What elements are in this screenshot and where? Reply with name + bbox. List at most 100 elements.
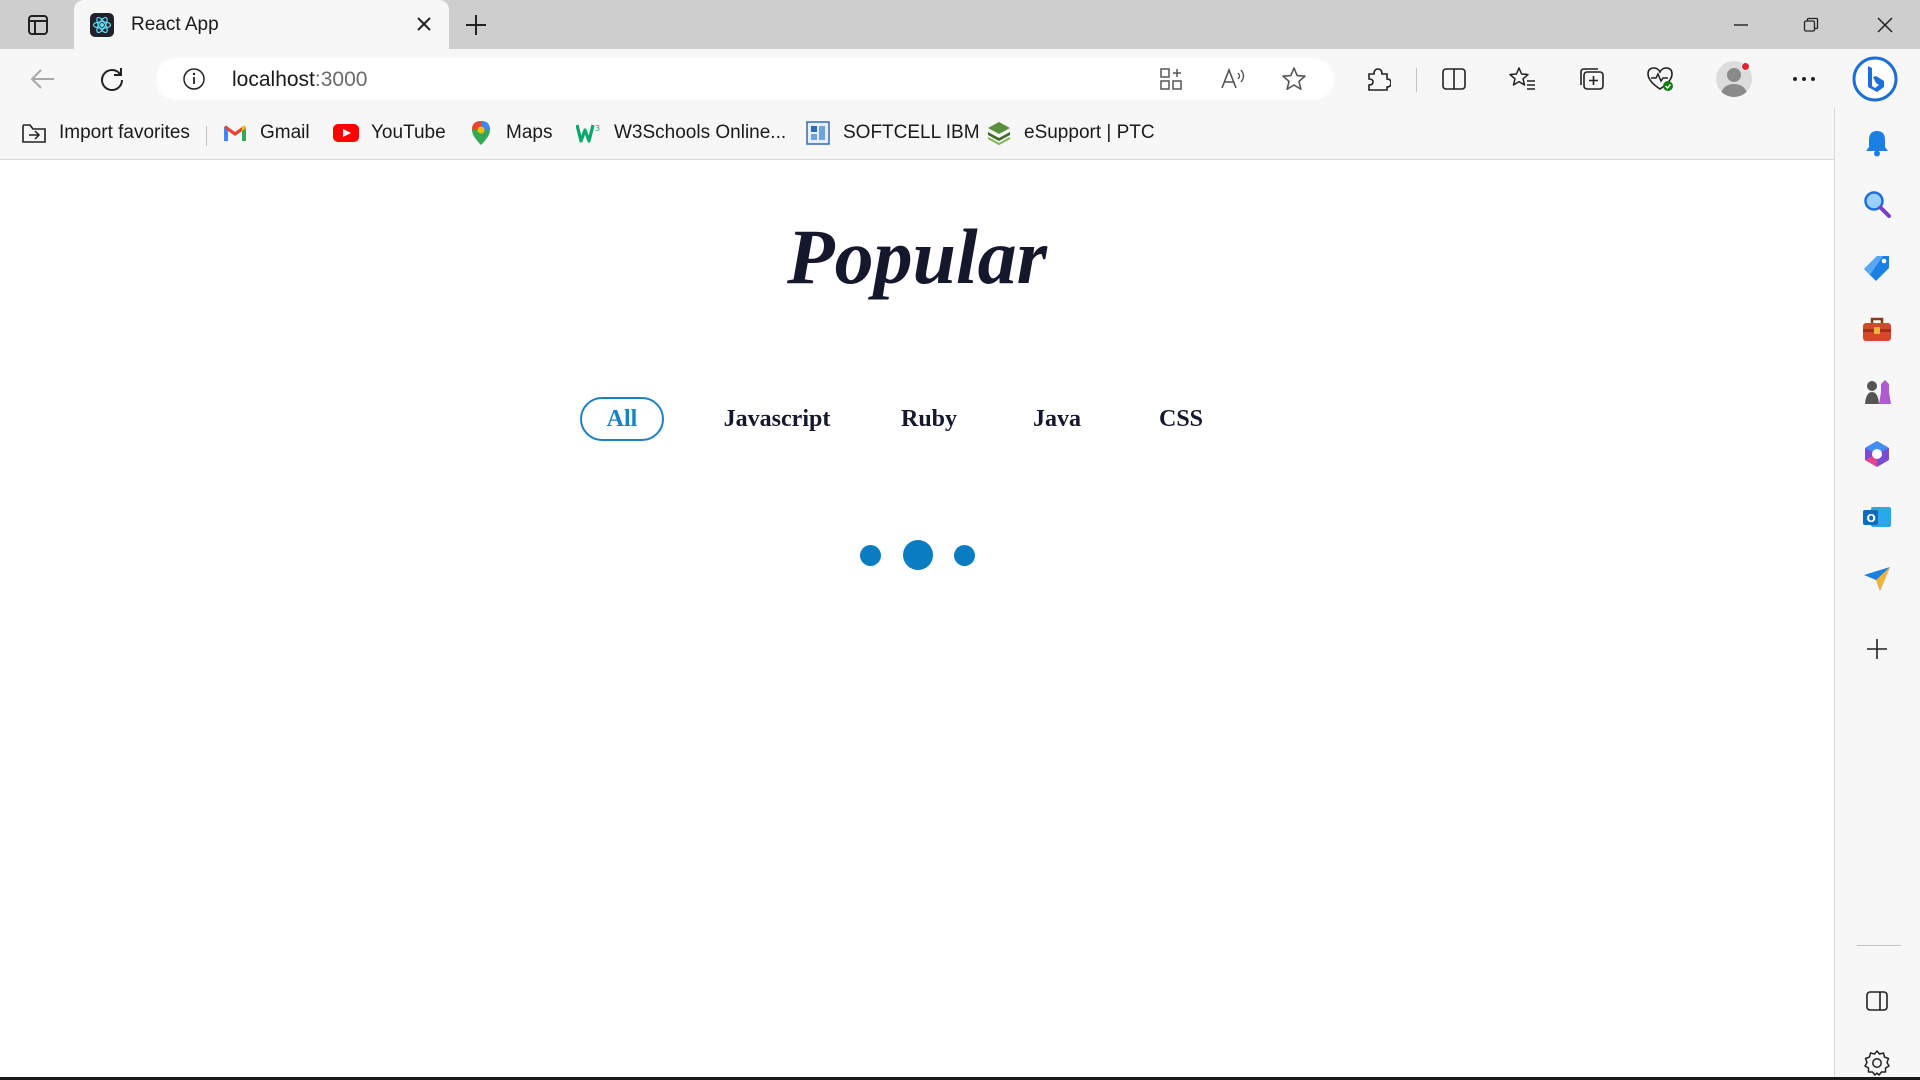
settings-menu-button[interactable]	[1784, 60, 1824, 98]
w3schools-icon: 3	[576, 120, 602, 146]
add-sidebar-app-button[interactable]	[1857, 629, 1897, 669]
browser-essentials-button[interactable]	[1640, 60, 1680, 98]
plus-icon	[466, 15, 486, 35]
loading-indicator	[858, 538, 978, 572]
favorites-separator	[206, 126, 207, 146]
url-port: :3000	[314, 68, 368, 91]
drop-button[interactable]	[1857, 559, 1897, 599]
read-aloud-icon	[1221, 67, 1245, 89]
filter-javascript[interactable]: Javascript	[707, 397, 847, 441]
favorites-list-icon	[1509, 67, 1535, 90]
loading-dot	[954, 545, 975, 566]
page-content: Popular All Javascript Ruby Java CSS	[0, 160, 1834, 1077]
tab-react-app[interactable]: React App	[74, 0, 449, 50]
refresh-button[interactable]	[92, 60, 132, 98]
settings-icon	[1864, 1050, 1890, 1076]
outlook-button[interactable]: O	[1857, 497, 1897, 537]
url-host: localhost	[232, 68, 315, 91]
loading-dot	[860, 545, 881, 566]
sidebar-settings-button[interactable]	[1857, 1043, 1897, 1080]
svg-text:O: O	[1867, 512, 1876, 525]
window-close-button[interactable]	[1850, 0, 1920, 49]
close-icon	[1877, 16, 1893, 33]
refresh-icon	[101, 68, 123, 91]
search-icon	[1864, 191, 1891, 218]
notifications-button[interactable]	[1857, 123, 1897, 163]
softcell-icon	[805, 120, 831, 146]
outlook-icon: O	[1863, 507, 1891, 527]
toolbar: localhost:3000	[0, 49, 1920, 108]
copilot-button[interactable]	[1850, 54, 1900, 104]
address-bar[interactable]: localhost:3000	[156, 58, 1334, 100]
fav-label: SOFTCELL IBM	[843, 122, 980, 143]
filter-css[interactable]: CSS	[1140, 397, 1222, 441]
office-icon	[1865, 441, 1889, 467]
collections-icon	[1580, 68, 1604, 90]
fav-w3schools[interactable]: 3 W3Schools Online...	[576, 118, 786, 148]
tools-button[interactable]	[1857, 310, 1897, 350]
filter-java[interactable]: Java	[1017, 397, 1097, 441]
microsoft-365-button[interactable]	[1857, 434, 1897, 474]
edge-sidebar: O	[1834, 108, 1920, 1077]
back-button[interactable]	[23, 60, 63, 98]
fav-youtube[interactable]: YouTube	[333, 118, 446, 148]
page-title: Popular	[786, 213, 1048, 300]
fav-maps[interactable]: Maps	[468, 118, 552, 148]
fav-label: YouTube	[371, 122, 446, 143]
more-dots-icon	[1793, 77, 1815, 81]
copilot-bing-icon	[1852, 56, 1898, 102]
react-logo-icon	[90, 13, 114, 37]
hide-sidebar-button[interactable]	[1857, 981, 1897, 1021]
app-grid-icon	[1160, 68, 1182, 90]
read-aloud-button[interactable]	[1218, 65, 1248, 93]
star-icon	[1282, 67, 1306, 90]
search-button[interactable]	[1857, 184, 1897, 224]
fav-gmail[interactable]: Gmail	[222, 118, 310, 148]
url-text[interactable]: localhost:3000	[232, 68, 367, 92]
fav-esupport-ptc[interactable]: eSupport | PTC	[986, 118, 1155, 148]
import-favorites-icon	[21, 120, 47, 146]
notification-dot	[1741, 62, 1750, 71]
maps-pin-icon	[468, 120, 494, 146]
tab-title: React App	[131, 14, 219, 35]
shopping-tag-icon	[1864, 256, 1889, 281]
ptc-icon	[986, 120, 1012, 146]
sidebar-divider	[1857, 945, 1901, 946]
tab-actions-button[interactable]	[14, 10, 62, 40]
restore-icon	[1803, 17, 1819, 32]
site-info-icon[interactable]	[182, 67, 206, 91]
split-screen-icon	[1442, 68, 1466, 90]
shopping-button[interactable]	[1857, 247, 1897, 287]
add-icon	[1867, 639, 1887, 659]
send-icon	[1864, 567, 1890, 591]
fav-import-favorites[interactable]: Import favorites	[21, 118, 190, 148]
back-arrow-icon	[30, 69, 54, 89]
fav-label: eSupport | PTC	[1024, 122, 1155, 143]
app-available-button[interactable]	[1156, 65, 1186, 93]
favorites-button[interactable]	[1502, 60, 1542, 98]
sidebar-toggle-icon	[1866, 991, 1888, 1011]
filter-ruby[interactable]: Ruby	[889, 397, 969, 441]
fav-softcell-ibm[interactable]: SOFTCELL IBM	[805, 118, 980, 148]
minimize-button[interactable]	[1706, 0, 1776, 49]
fav-label: Import favorites	[59, 122, 190, 143]
filter-all[interactable]: All	[580, 397, 664, 441]
tab-actions-icon	[28, 15, 48, 35]
puzzle-piece-icon	[1368, 68, 1391, 91]
browser-window: React App localhost:3000 Import favorite…	[0, 0, 1920, 1080]
games-button[interactable]	[1857, 372, 1897, 412]
fav-label: W3Schools Online...	[614, 122, 787, 143]
heart-pulse-icon	[1647, 67, 1673, 91]
restore-button[interactable]	[1776, 0, 1846, 49]
youtube-icon	[333, 120, 359, 146]
svg-text:3: 3	[595, 124, 600, 133]
new-tab-button[interactable]	[460, 10, 492, 40]
split-screen-button[interactable]	[1434, 60, 1474, 98]
extensions-button[interactable]	[1358, 60, 1398, 98]
tab-close-button[interactable]	[412, 12, 436, 36]
favorite-star-button[interactable]	[1279, 65, 1309, 93]
collections-button[interactable]	[1572, 60, 1612, 98]
tab-strip: React App	[0, 0, 1920, 50]
gmail-icon	[222, 120, 248, 146]
close-icon	[417, 17, 431, 31]
